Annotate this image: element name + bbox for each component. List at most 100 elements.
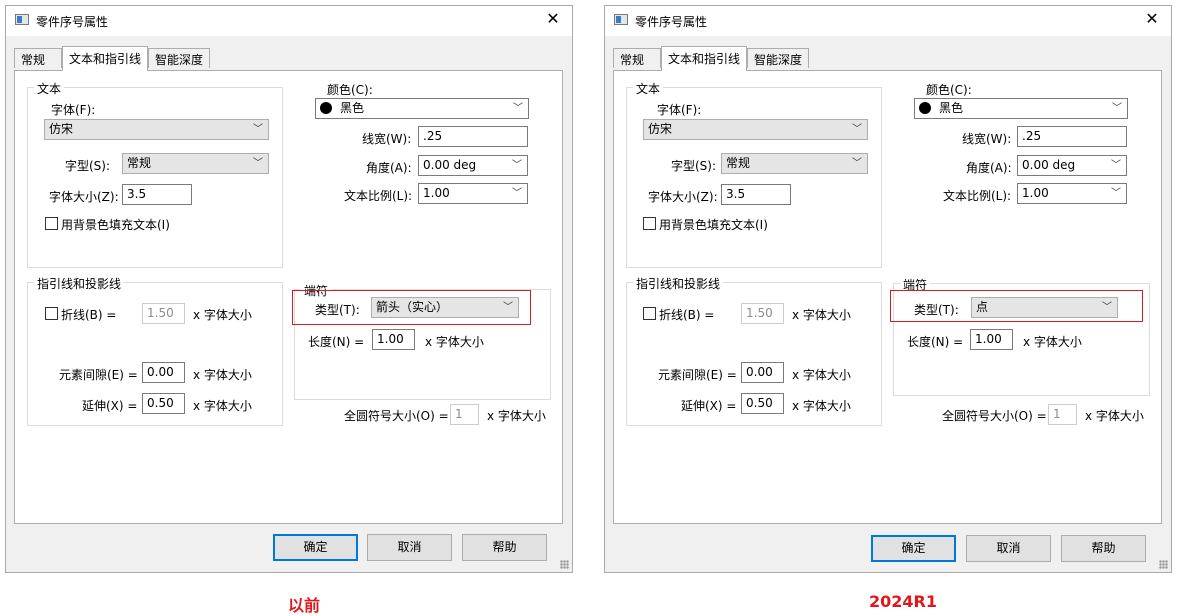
circle-size-input[interactable]: 1 (450, 404, 479, 425)
extend-unit: x 字体大小 (792, 399, 851, 413)
caption-previous: 以前 (288, 596, 321, 615)
circle-size-unit: x 字体大小 (487, 409, 546, 423)
extend-input[interactable]: 0.50 (741, 393, 784, 414)
dialog-title: 零件序号属性 (635, 15, 708, 29)
leader-group-label: 指引线和投影线 (633, 275, 724, 292)
gap-input[interactable]: 0.00 (741, 362, 784, 383)
close-icon[interactable]: ✕ (542, 8, 564, 30)
gap-label: 元素间隙(E) = (658, 368, 737, 382)
dialog-2024r1: 零件序号属性 ✕ 常规 文本和指引线 智能深度 文本 字体(F): 仿宋 ﹀ 字型… (604, 5, 1172, 573)
tab-smart-depth[interactable]: 智能深度 (747, 48, 809, 68)
font-select[interactable]: 仿宋 ﹀ (44, 119, 269, 140)
dialog-previous: 零件序号属性 ✕ 常规 文本和指引线 智能深度 文本 字体(F): 仿宋 ﹀ 字型… (5, 5, 573, 573)
chevron-down-icon: ﹀ (513, 103, 523, 114)
length-label: 长度(N) = (308, 335, 365, 349)
extend-input[interactable]: 0.50 (142, 393, 185, 414)
tab-text-leader[interactable]: 文本和指引线 (62, 46, 148, 71)
color-dot-icon (919, 102, 931, 114)
linewidth-input[interactable]: .25 (1017, 126, 1127, 147)
fold-unit: x 字体大小 (792, 308, 851, 322)
angle-select[interactable]: 0.00 deg ﹀ (1017, 155, 1127, 176)
style-label: 字型(S): (671, 159, 717, 173)
caption-2024r1: 2024R1 (869, 592, 937, 611)
fold-input[interactable]: 1.50 (142, 303, 185, 324)
font-select[interactable]: 仿宋 ﹀ (643, 119, 868, 140)
title-bar: 零件序号属性 ✕ (6, 6, 572, 36)
angle-label: 角度(A): (966, 161, 1012, 175)
help-button[interactable]: 帮助 (462, 534, 547, 561)
style-select[interactable]: 常规 ﹀ (122, 153, 269, 174)
font-label: 字体(F): (657, 103, 702, 117)
linewidth-input[interactable]: .25 (418, 126, 528, 147)
text-group-label: 文本 (633, 80, 664, 97)
extend-label: 延伸(X) = (82, 399, 138, 413)
fold-label: 折线(B) = (659, 308, 715, 322)
tab-general[interactable]: 常规 (14, 48, 62, 68)
fill-background-label: 用背景色填充文本(I) (659, 218, 768, 232)
fold-label: 折线(B) = (61, 308, 117, 322)
style-select[interactable]: 常规 ﹀ (721, 153, 868, 174)
fold-input[interactable]: 1.50 (741, 303, 784, 324)
linewidth-label: 线宽(W): (362, 132, 412, 146)
chevron-down-icon: ﹀ (503, 302, 513, 313)
cancel-button[interactable]: 取消 (367, 534, 452, 561)
gap-input[interactable]: 0.00 (142, 362, 185, 383)
angle-select[interactable]: 0.00 deg ﹀ (418, 155, 528, 176)
terminator-type-select[interactable]: 箭头（实心） ﹀ (371, 297, 519, 318)
extend-unit: x 字体大小 (193, 399, 252, 413)
length-unit: x 字体大小 (1023, 335, 1082, 349)
tab-smart-depth[interactable]: 智能深度 (148, 48, 210, 68)
ratio-select[interactable]: 1.00 ﹀ (1017, 183, 1127, 204)
app-window-icon (15, 14, 29, 25)
length-input[interactable]: 1.00 (372, 329, 415, 350)
ratio-select[interactable]: 1.00 ﹀ (418, 183, 528, 204)
help-button[interactable]: 帮助 (1061, 535, 1146, 562)
fold-checkbox[interactable] (643, 307, 656, 320)
tab-panel: 文本 字体(F): 仿宋 ﹀ 字型(S): 常规 ﹀ 字体大小(Z): 3.5 用背… (14, 70, 563, 524)
ok-button[interactable]: 确定 (871, 535, 956, 562)
resize-grip[interactable] (1159, 560, 1168, 569)
font-label: 字体(F): (51, 103, 96, 117)
size-input[interactable]: 3.5 (721, 184, 791, 205)
tab-general[interactable]: 常规 (613, 48, 661, 68)
type-label: 类型(T): (914, 303, 959, 317)
fill-background-checkbox[interactable] (643, 217, 656, 230)
fold-unit: x 字体大小 (193, 308, 252, 322)
tab-text-leader[interactable]: 文本和指引线 (661, 46, 747, 71)
color-select[interactable]: 黑色 ﹀ (315, 98, 529, 119)
fill-background-checkbox[interactable] (45, 217, 58, 230)
color-label: 颜色(C): (327, 83, 373, 97)
ok-button[interactable]: 确定 (273, 534, 358, 561)
cancel-button[interactable]: 取消 (966, 535, 1051, 562)
size-input[interactable]: 3.5 (122, 184, 192, 205)
length-input[interactable]: 1.00 (970, 329, 1013, 350)
gap-unit: x 字体大小 (193, 368, 252, 382)
circle-size-unit: x 字体大小 (1085, 409, 1144, 423)
terminator-type-select[interactable]: 点 ﹀ (971, 297, 1118, 318)
resize-grip[interactable] (560, 560, 569, 569)
chevron-down-icon: ﹀ (1102, 302, 1112, 313)
chevron-down-icon: ﹀ (512, 160, 522, 171)
chevron-down-icon: ﹀ (1111, 188, 1121, 199)
circle-size-input[interactable]: 1 (1048, 404, 1077, 425)
color-select[interactable]: 黑色 ﹀ (914, 98, 1128, 119)
linewidth-label: 线宽(W): (962, 132, 1012, 146)
leader-group-label: 指引线和投影线 (34, 275, 125, 292)
length-unit: x 字体大小 (425, 335, 484, 349)
length-label: 长度(N) = (907, 335, 964, 349)
chevron-down-icon: ﹀ (512, 188, 522, 199)
fill-background-label: 用背景色填充文本(I) (61, 218, 170, 232)
size-label: 字体大小(Z): (49, 190, 119, 204)
fold-checkbox[interactable] (45, 307, 58, 320)
ratio-label: 文本比例(L): (344, 189, 413, 203)
dialog-title: 零件序号属性 (36, 15, 109, 29)
close-icon[interactable]: ✕ (1141, 8, 1163, 30)
size-label: 字体大小(Z): (648, 190, 718, 204)
tab-panel: 文本 字体(F): 仿宋 ﹀ 字型(S): 常规 ﹀ 字体大小(Z): 3.5 用背… (613, 70, 1162, 524)
style-label: 字型(S): (65, 159, 111, 173)
color-dot-icon (320, 102, 332, 114)
gap-label: 元素间隙(E) = (59, 368, 138, 382)
gap-unit: x 字体大小 (792, 368, 851, 382)
chevron-down-icon: ﹀ (1111, 160, 1121, 171)
circle-size-label: 全圆符号大小(O) = (344, 409, 449, 423)
